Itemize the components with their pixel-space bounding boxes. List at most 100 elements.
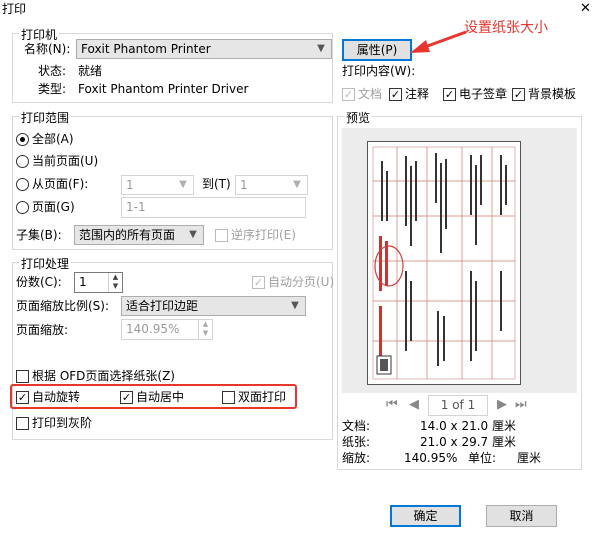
subset-select[interactable]: 范围内的所有页面 ▼ — [74, 225, 204, 245]
next-page-icon[interactable]: ▶ — [497, 397, 507, 413]
doc-size-value: 14.0 x 21.0 厘米 — [420, 419, 516, 433]
zoom-input-value: 140.95% — [126, 322, 180, 336]
radio-icon — [16, 177, 29, 191]
copies-input[interactable]: 1 ▲ ▼ — [74, 272, 123, 293]
copies-value: 1 — [79, 275, 87, 289]
preview-page-thumbnail — [367, 141, 521, 385]
chevron-down-icon: ▼ — [179, 179, 187, 190]
print-range-group-label: 打印范围 — [19, 109, 72, 126]
chevron-down-icon: ▼ — [291, 300, 299, 311]
printer-type-label: 类型: — [38, 82, 67, 96]
doc-size-label: 文档: — [342, 419, 371, 433]
reverse-order-label: 逆序打印(E) — [231, 228, 296, 242]
checkbox-icon — [16, 416, 29, 430]
range-pages-input[interactable]: 1-1 — [121, 197, 306, 218]
range-current-label: 当前页面(U) — [32, 154, 99, 168]
zoom-label: 页面缩放: — [16, 323, 69, 337]
range-to-select[interactable]: 1 ▼ — [235, 175, 308, 195]
print-handling-group-label: 打印处理 — [19, 255, 72, 272]
grayscale-label: 打印到灰阶 — [32, 416, 93, 430]
print-content-label: 打印内容(W): — [342, 64, 416, 78]
range-all-label: 全部(A) — [32, 132, 74, 146]
ok-button[interactable]: 确定 — [390, 505, 461, 527]
chevron-down-icon: ▼ — [189, 229, 197, 240]
auto-rotate-checkbox[interactable]: ✓ 自动旋转 — [16, 389, 80, 405]
grayscale-checkbox[interactable]: 打印到灰阶 — [16, 415, 92, 431]
checkbox-icon — [215, 228, 228, 242]
radio-icon — [16, 132, 29, 146]
print-content-document-checkbox: ✓ 文档 — [342, 86, 382, 102]
range-pages-radio[interactable]: 页面(G) — [16, 199, 75, 215]
scaling-select[interactable]: 适合打印边距 ▼ — [121, 296, 306, 316]
scaling-label: 页面缩放比例(S): — [16, 299, 110, 313]
prev-page-icon[interactable]: ◀ — [409, 397, 419, 413]
unit-label: 单位: — [468, 451, 497, 465]
chevron-down-icon: ▼ — [317, 43, 325, 54]
printer-type-value: Foxit Phantom Printer Driver — [78, 82, 249, 96]
printer-name-label: 名称(N): — [24, 42, 71, 56]
scaling-value: 适合打印边距 — [126, 299, 199, 313]
duplex-label: 双面打印 — [238, 390, 287, 404]
range-from-select[interactable]: 1 ▼ — [121, 175, 194, 195]
checkbox-icon — [16, 369, 29, 383]
subset-label: 子集(B): — [16, 228, 62, 242]
auto-center-label: 自动居中 — [136, 390, 185, 404]
range-from-label: 从页面(F): — [32, 177, 89, 191]
checkbox-icon: ✓ — [443, 87, 456, 101]
preview-zoom-value: 140.95% — [404, 451, 458, 465]
reverse-order-checkbox: 逆序打印(E) — [215, 227, 296, 243]
collate-label: 自动分页(U) — [268, 275, 335, 289]
radio-icon — [16, 154, 29, 168]
preview-zoom-label: 缩放: — [342, 451, 371, 465]
annotation-arrow-icon — [410, 30, 467, 53]
unit-value: 厘米 — [517, 451, 542, 465]
paper-size-value: 21.0 x 29.7 厘米 — [420, 435, 516, 449]
spinner-arrows-icon: ▲ ▼ — [198, 320, 212, 339]
checkbox-icon — [222, 390, 235, 404]
first-page-icon[interactable]: ⏮ — [386, 397, 398, 413]
range-all-radio[interactable]: 全部(A) — [16, 131, 74, 147]
range-from-value: 1 — [126, 178, 134, 192]
range-pages-label: 页面(G) — [32, 200, 75, 214]
printer-status-value: 就绪 — [78, 64, 103, 78]
preview-group-label: 预览 — [344, 109, 373, 126]
range-to-label: 到(T) — [202, 177, 231, 191]
zoom-input[interactable]: 140.95% ▲ ▼ — [121, 319, 213, 340]
checkbox-icon: ✓ — [252, 275, 265, 289]
ofd-paper-label: 根据 OFD页面选择纸张(Z) — [32, 369, 175, 383]
range-to-value: 1 — [240, 178, 248, 192]
print-content-esignature-checkbox[interactable]: ✓ 电子签章 — [443, 86, 507, 102]
print-content-esignature-label: 电子签章 — [459, 87, 508, 101]
radio-icon — [16, 200, 29, 214]
print-content-background-label: 背景模板 — [528, 87, 577, 101]
printer-select[interactable]: Foxit Phantom Printer ▼ — [76, 39, 332, 59]
close-icon[interactable]: ✕ — [580, 1, 591, 17]
checkbox-icon: ✓ — [512, 87, 525, 101]
range-from-radio[interactable]: 从页面(F): — [16, 176, 88, 192]
printer-status-label: 状态: — [38, 64, 67, 78]
paper-size-label: 纸张: — [342, 435, 371, 449]
checkbox-icon: ✓ — [342, 87, 355, 101]
collate-checkbox: ✓ 自动分页(U) — [252, 274, 334, 290]
ofd-paper-checkbox[interactable]: 根据 OFD页面选择纸张(Z) — [16, 368, 175, 384]
range-current-radio[interactable]: 当前页面(U) — [16, 153, 98, 169]
last-page-icon[interactable]: ⏭ — [515, 397, 527, 413]
print-content-document-label: 文档 — [358, 87, 383, 101]
print-content-annotations-label: 注释 — [405, 87, 430, 101]
checkbox-icon: ✓ — [16, 390, 29, 404]
page-indicator[interactable]: 1 of 1 — [428, 395, 488, 416]
spinner-arrows-icon[interactable]: ▲ ▼ — [108, 273, 122, 292]
annotation-text: 设置纸张大小 — [464, 20, 548, 36]
cancel-button[interactable]: 取消 — [486, 505, 557, 527]
auto-center-checkbox[interactable]: ✓ 自动居中 — [120, 389, 184, 405]
window-title: 打印 — [2, 2, 27, 16]
checkbox-icon: ✓ — [120, 390, 133, 404]
subset-value: 范围内的所有页面 — [79, 228, 176, 242]
chevron-down-icon: ▼ — [293, 179, 301, 190]
copies-label: 份数(C): — [16, 275, 62, 289]
print-content-background-checkbox[interactable]: ✓ 背景模板 — [512, 86, 576, 102]
duplex-checkbox[interactable]: 双面打印 — [222, 389, 286, 405]
print-content-annotations-checkbox[interactable]: ✓ 注释 — [389, 86, 429, 102]
printer-select-value: Foxit Phantom Printer — [81, 42, 211, 56]
checkbox-icon: ✓ — [389, 87, 402, 101]
